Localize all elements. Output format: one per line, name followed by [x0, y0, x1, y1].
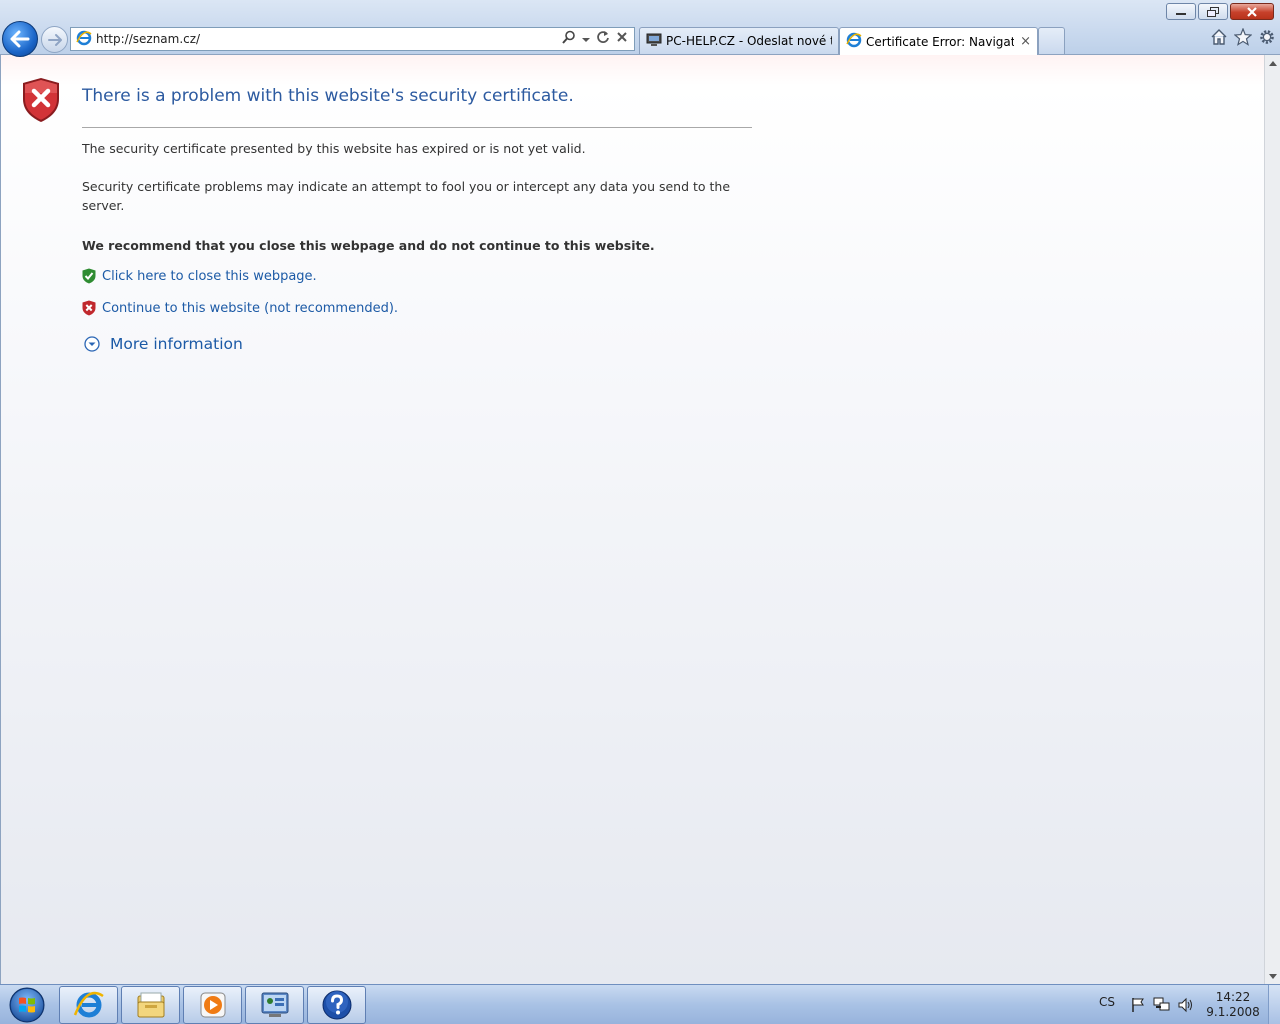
tab-label: Certificate Error: Navigatio... [866, 34, 1014, 49]
clock-time: 14:22 [1215, 990, 1251, 1004]
chevron-down-icon[interactable] [582, 32, 590, 47]
expired-message: The security certificate presented by th… [82, 141, 586, 156]
ie-icon [846, 32, 862, 51]
tab-close-button[interactable]: × [1020, 34, 1031, 49]
expand-circle-icon [84, 336, 100, 352]
show-desktop-button[interactable] [1268, 985, 1280, 1024]
close-icon [1247, 6, 1257, 17]
help-icon [322, 990, 351, 1020]
start-button[interactable] [5, 986, 49, 1024]
taskbar-help[interactable] [307, 986, 366, 1024]
taskbar-control-panel[interactable] [245, 986, 304, 1024]
title-divider [82, 127, 752, 128]
windows-logo-icon [9, 987, 45, 1023]
window-controls [1166, 3, 1274, 20]
taskbar: CS 14:22 9.1.2008 [0, 984, 1280, 1024]
search-icon[interactable] [562, 30, 576, 48]
close-webpage-link[interactable]: Click here to close this webpage. [82, 268, 317, 284]
more-information-toggle[interactable]: More information [84, 335, 243, 353]
scrollbar[interactable] [1264, 55, 1280, 984]
minimize-icon [1176, 12, 1186, 15]
forward-button[interactable] [41, 26, 68, 53]
ie-icon [73, 991, 104, 1018]
media-player-icon [200, 992, 225, 1018]
network-icon[interactable] [1153, 997, 1171, 1016]
control-panel-icon [261, 992, 288, 1017]
language-indicator[interactable]: CS [1099, 995, 1115, 1009]
taskbar-media-player[interactable] [183, 986, 242, 1024]
close-window-button[interactable] [1230, 3, 1274, 20]
close-webpage-label: Click here to close this webpage. [102, 268, 317, 284]
shield-error-icon [21, 77, 61, 126]
folder-icon [137, 992, 164, 1018]
command-icons [1210, 27, 1276, 46]
gear-icon[interactable] [1258, 28, 1276, 46]
scroll-up-arrow[interactable] [1265, 55, 1280, 71]
restore-icon [1207, 6, 1219, 17]
tab-certificate-error[interactable]: Certificate Error: Navigatio... × [839, 27, 1038, 55]
page-title: There is a problem with this website's s… [82, 86, 574, 106]
stop-icon[interactable] [616, 31, 628, 47]
volume-icon[interactable] [1177, 997, 1193, 1016]
warning-message: Security certificate problems may indica… [82, 179, 731, 213]
new-tab-button[interactable] [1038, 27, 1065, 54]
ie-icon [76, 30, 92, 49]
clock[interactable]: 14:22 9.1.2008 [1206, 990, 1260, 1020]
more-information-label: More information [110, 335, 243, 353]
continue-website-link[interactable]: Continue to this website (not recommende… [82, 300, 398, 316]
star-icon[interactable] [1233, 27, 1253, 46]
address-bar [70, 27, 635, 51]
tab-pc-help[interactable]: PC-HELP.CZ - Odeslat nové té... [639, 27, 839, 54]
back-arrow-icon [10, 30, 30, 48]
red-shield-icon [82, 300, 96, 316]
taskbar-windows-explorer[interactable] [121, 986, 180, 1024]
continue-website-label: Continue to this website (not recommende… [102, 300, 399, 316]
taskbar-internet-explorer[interactable] [59, 986, 118, 1024]
forward-arrow-icon [47, 33, 62, 46]
green-shield-icon [82, 268, 96, 284]
scroll-down-arrow[interactable] [1265, 968, 1280, 984]
tab-label: PC-HELP.CZ - Odeslat nové té... [666, 34, 832, 48]
address-input[interactable] [96, 32, 562, 46]
refresh-icon[interactable] [596, 30, 610, 48]
flag-icon[interactable] [1130, 997, 1146, 1016]
back-button[interactable] [2, 21, 38, 57]
minimize-button[interactable] [1166, 3, 1196, 20]
restore-button[interactable] [1198, 3, 1228, 20]
home-icon[interactable] [1210, 28, 1228, 46]
clock-date: 9.1.2008 [1206, 1005, 1260, 1019]
pc-help-icon [646, 33, 662, 50]
recommendation-message: We recommend that you close this webpage… [82, 238, 655, 253]
